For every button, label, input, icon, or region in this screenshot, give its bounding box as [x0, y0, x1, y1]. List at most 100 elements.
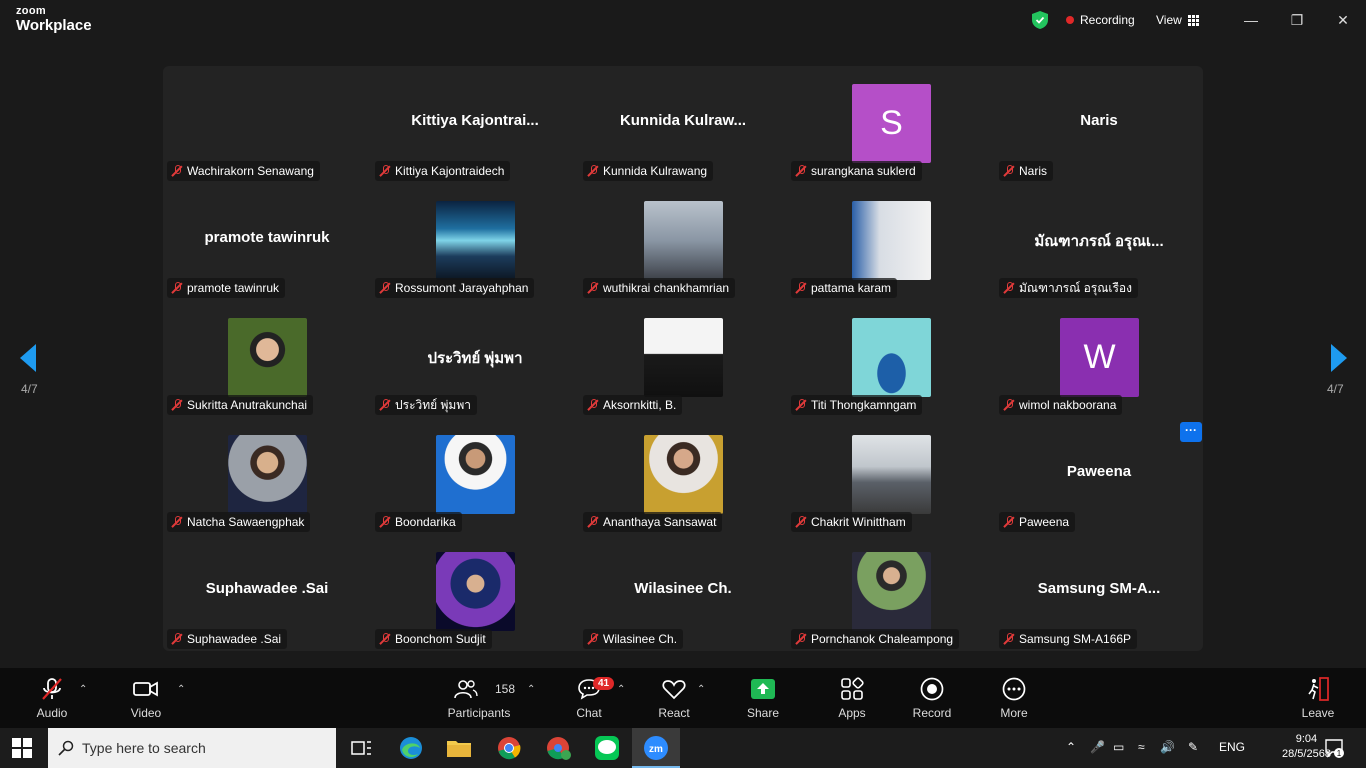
video-options-chevron-icon[interactable]: ⌃ — [177, 684, 185, 695]
wifi-icon[interactable]: ≈ — [1138, 740, 1145, 754]
apps-label: Apps — [838, 706, 866, 720]
participants-options-chevron-icon[interactable]: ⌃ — [527, 684, 535, 695]
tile-more-options-button[interactable]: ··· — [1180, 422, 1202, 442]
muted-mic-icon — [795, 516, 807, 528]
participant-name: Titi Thongkamngam — [811, 398, 917, 412]
participant-tile[interactable]: Paweena Paweena — [995, 417, 1203, 534]
participant-tile[interactable]: Samsung SM-A... Samsung SM-A166P — [995, 534, 1203, 651]
participant-tile[interactable]: Natcha Sawaengphak — [163, 417, 371, 534]
file-explorer-icon[interactable] — [444, 734, 474, 762]
blue-jacket-photo — [436, 435, 515, 514]
microphone-tray-icon[interactable]: 🎤 — [1090, 740, 1105, 754]
participant-tile[interactable]: Ssurangkana suklerd — [787, 66, 995, 183]
zoom-app-icon[interactable]: zm — [641, 734, 671, 762]
participant-name-label: Sukritta Anutrakunchai — [167, 395, 314, 415]
participant-display-name: Samsung SM-A... — [1037, 580, 1161, 597]
participant-display-name: Kittiya Kajontrai... — [411, 112, 539, 129]
chat-options-chevron-icon[interactable]: ⌃ — [617, 684, 625, 695]
participant-tile[interactable]: Titi Thongkamngam — [787, 300, 995, 417]
heart-icon — [660, 676, 688, 702]
muted-mic-icon — [1003, 633, 1015, 645]
participant-tile[interactable]: Boondarika — [371, 417, 579, 534]
participant-tile[interactable]: มัณฑาภรณ์ อรุณเ... มัณฑาภรณ์ อรุณเรือง — [995, 183, 1203, 300]
next-page-arrow-icon[interactable] — [1329, 344, 1349, 372]
restore-icon[interactable]: ❐ — [1285, 10, 1309, 30]
participant-name-label: Aksornkitti, B. — [583, 395, 683, 415]
title-bar: zoom Workplace Recording View — ❐ ✕ — [0, 0, 1366, 44]
participant-tile[interactable]: Wachirakorn Senawang — [163, 66, 371, 183]
record-icon — [918, 676, 946, 702]
grid-icon — [1187, 14, 1199, 26]
minimize-icon[interactable]: — — [1239, 10, 1263, 30]
chat-unread-badge: 41 — [593, 677, 615, 690]
audio-button[interactable]: Audio — [30, 668, 74, 728]
participant-name: มัณฑาภรณ์ อรุณเรือง — [1019, 280, 1132, 295]
participant-name-label: surangkana suklerd — [791, 161, 922, 181]
participant-tile[interactable]: Boonchom Sudjit — [371, 534, 579, 651]
pen-icon[interactable]: ✎ — [1188, 740, 1198, 754]
chrome-profile-icon[interactable] — [543, 734, 573, 762]
taskbar-search-box[interactable]: Type here to search — [48, 728, 336, 768]
recording-indicator[interactable]: Recording — [1066, 13, 1135, 27]
participant-name: Sukritta Anutrakunchai — [187, 398, 308, 412]
close-icon[interactable]: ✕ — [1331, 10, 1355, 30]
view-button[interactable]: View — [1156, 13, 1199, 27]
task-view-icon[interactable] — [346, 734, 376, 762]
participant-tile[interactable]: ประวิทย์ พุ่มพา ประวิทย์ พุ่มพา — [371, 300, 579, 417]
participant-name-label: Ananthaya Sansawat — [583, 512, 723, 532]
participant-name-label: Titi Thongkamngam — [791, 395, 923, 415]
participant-name: wuthikrai chankhamrian — [603, 281, 730, 295]
share-button[interactable]: Share — [744, 668, 782, 728]
participant-tile[interactable]: Pornchanok Chaleampong — [787, 534, 995, 651]
participant-name: Kittiya Kajontraidech — [395, 164, 505, 178]
participant-tile[interactable]: Kunnida Kulraw... Kunnida Kulrawang — [579, 66, 787, 183]
participant-tile[interactable]: wuthikrai chankhamrian — [579, 183, 787, 300]
participant-name-label: Suphawadee .Sai — [167, 629, 288, 649]
participants-button[interactable]: Participants — [444, 668, 514, 728]
volume-icon[interactable]: 🔊 — [1160, 740, 1175, 754]
react-options-chevron-icon[interactable]: ⌃ — [697, 684, 705, 695]
muted-mic-icon — [587, 399, 599, 411]
more-button[interactable]: More — [996, 668, 1032, 728]
encryption-shield-icon[interactable] — [1032, 11, 1048, 29]
more-label: More — [1000, 706, 1028, 720]
participant-tile[interactable]: Wwimol nakboorana — [995, 300, 1203, 417]
participant-tile[interactable]: Chakrit Winittham — [787, 417, 995, 534]
notification-center-icon[interactable]: 1 — [1324, 738, 1344, 758]
participant-tile[interactable]: Naris Naris — [995, 66, 1203, 183]
show-hidden-icons-chevron-icon[interactable]: ⌃ — [1066, 740, 1076, 754]
input-language[interactable]: ENG — [1219, 740, 1245, 754]
participant-tile[interactable]: Ananthaya Sansawat — [579, 417, 787, 534]
participant-tile[interactable]: Sukritta Anutrakunchai — [163, 300, 371, 417]
participants-icon — [452, 676, 480, 702]
participant-name-label: ประวิทย์ พุ่มพา — [375, 395, 477, 415]
participant-tile[interactable]: Wilasinee Ch. Wilasinee Ch. — [579, 534, 787, 651]
participant-name: Paweena — [1019, 515, 1070, 529]
meeting-stage: 4/7 4/7 Wachirakorn Senawang Kittiya Kajo… — [0, 44, 1366, 668]
line-app-icon[interactable] — [592, 734, 622, 762]
prev-page-arrow-icon[interactable] — [18, 344, 38, 372]
windows-start-icon[interactable] — [12, 738, 32, 758]
battery-icon[interactable]: ▭ — [1113, 740, 1124, 754]
leave-button[interactable]: Leave — [1300, 668, 1336, 728]
muted-mic-icon — [171, 165, 183, 177]
participant-name-label: pattama karam — [791, 278, 898, 298]
page-indicator-left: 4/7 — [21, 382, 38, 396]
participant-tile[interactable]: pramote tawinruk pramote tawinruk — [163, 183, 371, 300]
participant-name-label: Kunnida Kulrawang — [583, 161, 714, 181]
participant-tile[interactable]: Aksornkitti, B. — [579, 300, 787, 417]
participant-tile[interactable]: Kittiya Kajontrai... Kittiya Kajontraidec… — [371, 66, 579, 183]
edge-browser-icon[interactable] — [396, 734, 426, 762]
react-button[interactable]: React — [656, 668, 692, 728]
video-button[interactable]: Video — [124, 668, 168, 728]
participant-tile[interactable]: pattama karam — [787, 183, 995, 300]
apps-button[interactable]: Apps — [834, 668, 870, 728]
participant-tile[interactable]: Suphawadee .Sai Suphawadee .Sai — [163, 534, 371, 651]
search-icon — [58, 740, 74, 756]
record-button[interactable]: Record — [910, 668, 954, 728]
participant-name: pattama karam — [811, 281, 892, 295]
audio-options-chevron-icon[interactable]: ⌃ — [79, 684, 87, 695]
share-screen-icon — [749, 676, 777, 702]
participant-tile[interactable]: Rossumont Jarayahphan — [371, 183, 579, 300]
chrome-browser-icon[interactable] — [494, 734, 524, 762]
